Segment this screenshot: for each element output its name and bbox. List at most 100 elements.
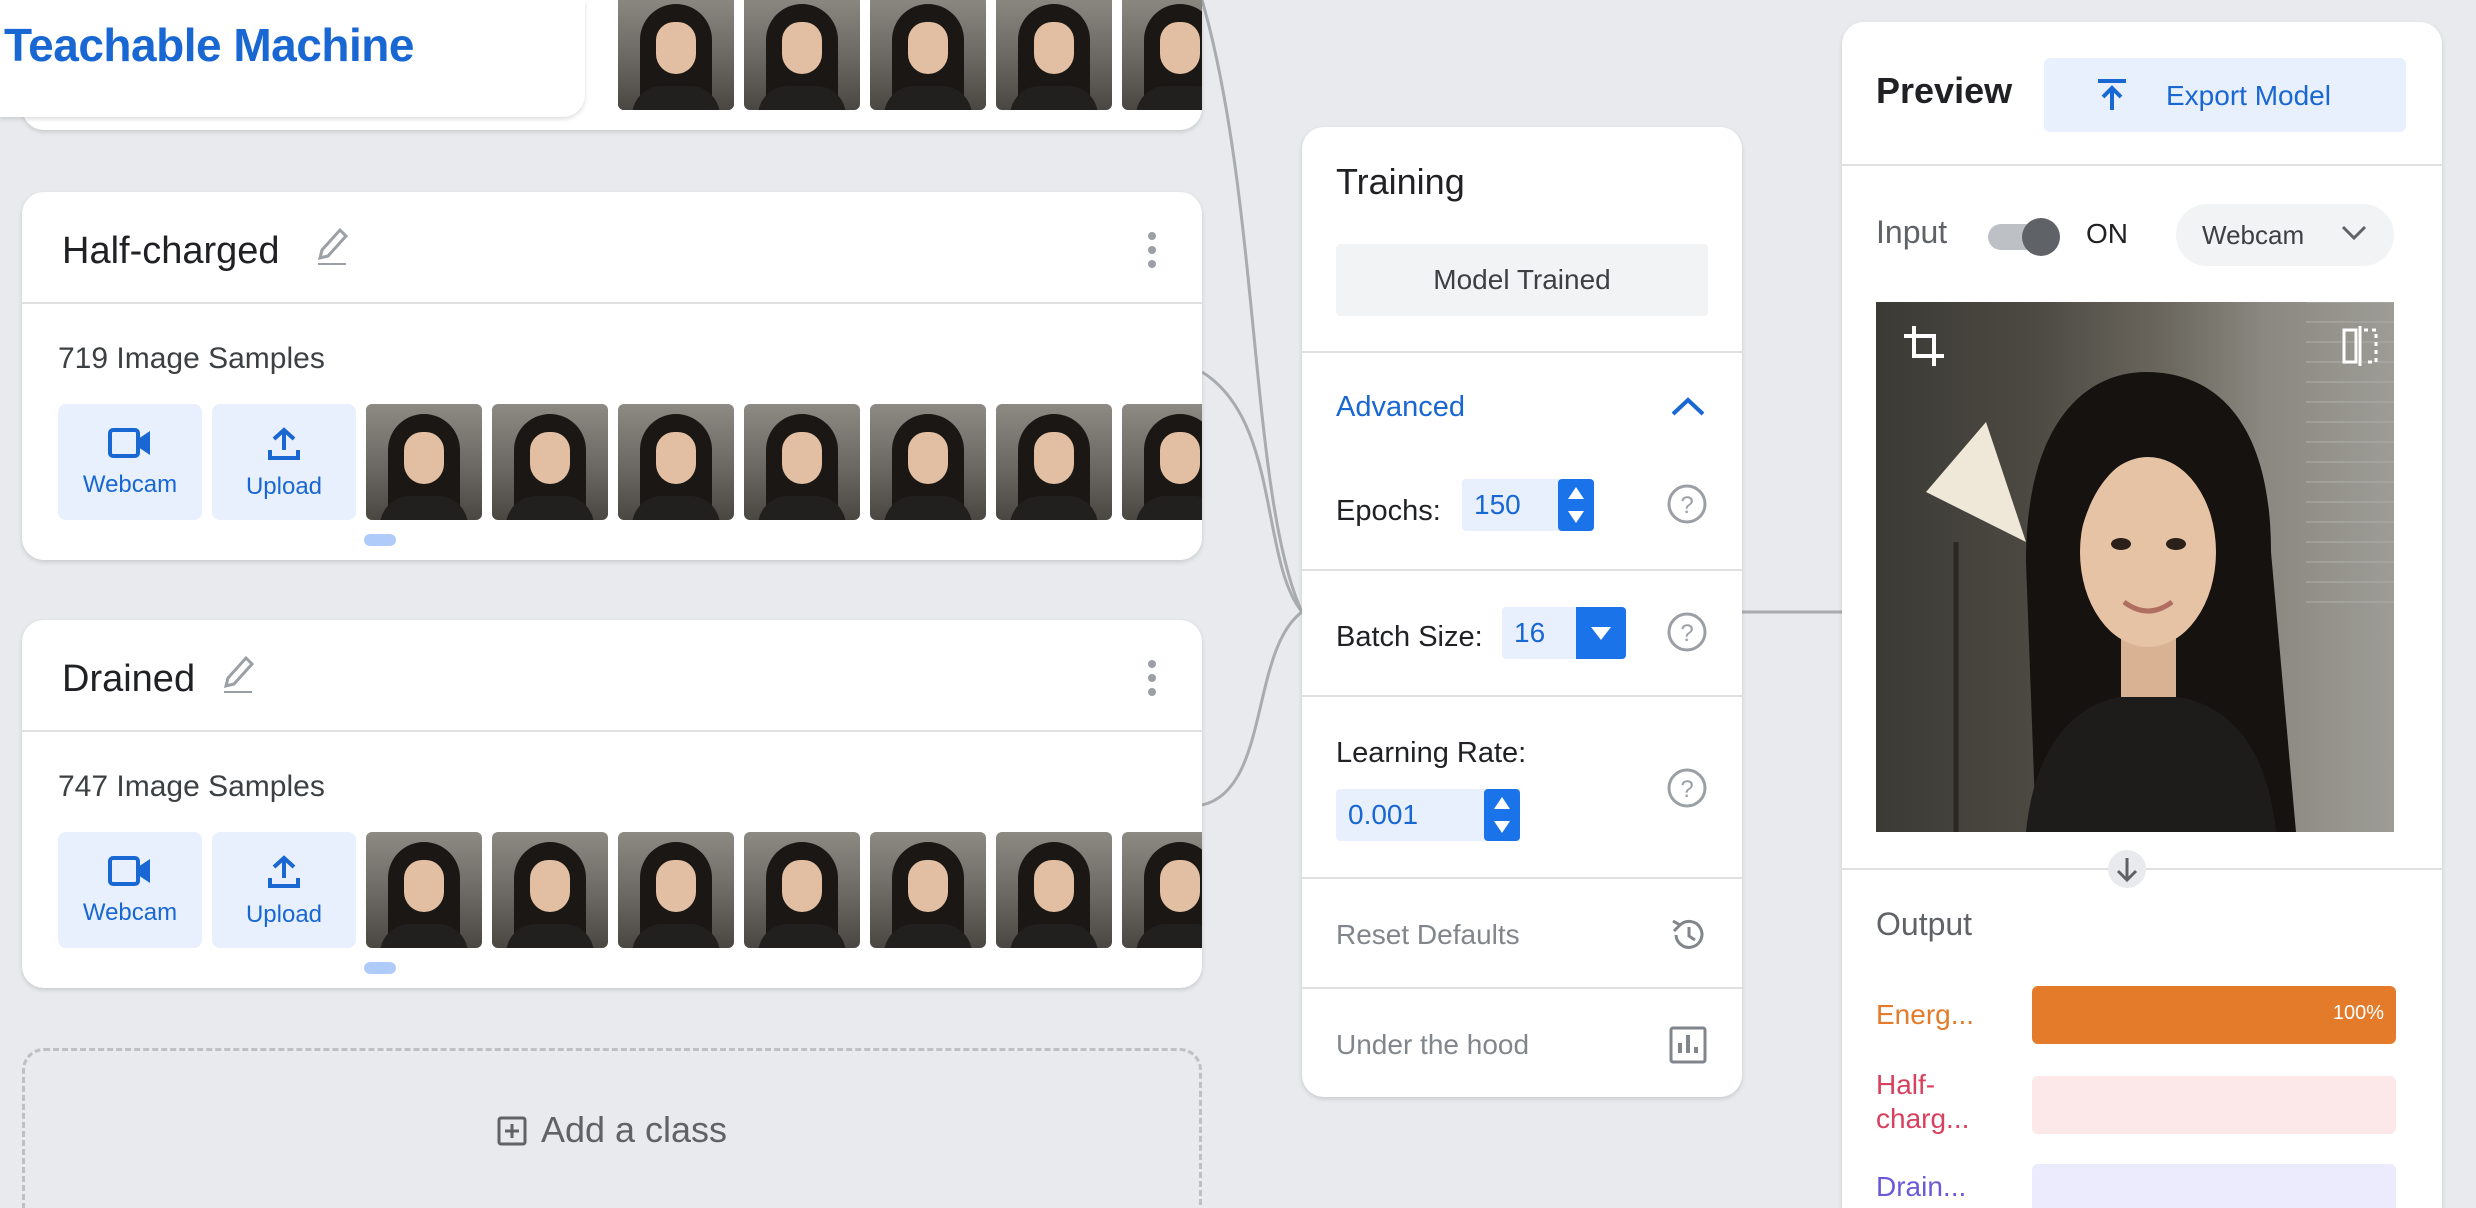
learning-rate-value: 0.001 [1348, 799, 1419, 830]
webcam-button[interactable]: Webcam [58, 832, 202, 948]
input-label: Input [1876, 214, 1948, 250]
output-confidence-bar: 100% [2032, 986, 2396, 1044]
upload-button[interactable]: Upload [212, 404, 356, 520]
epochs-input[interactable]: 150 [1462, 479, 1594, 531]
output-class-label: Half- charg... [1876, 1069, 1970, 1134]
sample-thumbnail[interactable] [492, 404, 608, 520]
class-card-drained: Drained 747 Image Samples Webcam Upload [22, 620, 1202, 988]
sample-thumbnail[interactable] [870, 0, 986, 110]
class-card-half-charged: Half-charged 719 Image Samples Webcam Up… [22, 192, 1202, 560]
camera-select[interactable]: Webcam [2176, 204, 2394, 266]
sample-thumbnail[interactable] [996, 832, 1112, 948]
epochs-value: 150 [1474, 489, 1521, 520]
training-panel: Training Model Trained Advanced Epochs: … [1302, 127, 1742, 1097]
sample-thumbnail[interactable] [744, 0, 860, 110]
sample-thumbnail[interactable] [996, 404, 1112, 520]
svg-text:?: ? [1680, 492, 1693, 519]
bar-chart-icon [1669, 1026, 1707, 1064]
chevron-down-icon [2341, 225, 2367, 241]
sample-thumbnail[interactable] [744, 404, 860, 520]
learning-rate-row: Learning Rate: 0.001 ? [1302, 695, 1742, 877]
preview-title: Preview [1876, 70, 2013, 111]
export-icon [2098, 79, 2126, 110]
under-the-hood-button[interactable]: Under the hood [1302, 987, 1742, 1097]
upload-button[interactable]: Upload [212, 832, 356, 948]
webcam-feed [1876, 302, 2394, 832]
input-toggle[interactable] [1988, 218, 2060, 256]
pencil-icon[interactable] [312, 222, 352, 268]
sample-thumbnail[interactable] [1122, 0, 1202, 110]
add-class-button[interactable]: Add a class [22, 1048, 1202, 1208]
sample-thumbnail[interactable] [1122, 404, 1202, 520]
learning-rate-input[interactable]: 0.001 [1336, 789, 1520, 841]
thumbnail-scroll-indicator[interactable] [364, 962, 396, 974]
add-class-label: Add a class [540, 1109, 728, 1150]
batch-size-select[interactable]: 16 [1502, 607, 1626, 659]
help-icon[interactable]: ? [1666, 767, 1708, 809]
sample-thumbnail[interactable] [366, 404, 482, 520]
sample-thumbnail[interactable] [870, 832, 986, 948]
export-model-button[interactable]: Export Model [2044, 58, 2406, 132]
sample-count: 719 Image Samples [58, 342, 325, 375]
sample-thumbnail[interactable] [996, 0, 1112, 110]
help-icon[interactable]: ? [1666, 611, 1708, 653]
output-confidence-bar [2032, 1164, 2396, 1208]
sample-thumbnail[interactable] [870, 404, 986, 520]
arrow-down-icon [2108, 850, 2146, 888]
output-class-label: Drain... [1876, 1171, 1967, 1202]
sample-thumbnail[interactable] [1122, 832, 1202, 948]
webcam-button-label: Webcam [82, 899, 178, 926]
sample-thumbnail[interactable] [618, 0, 734, 110]
video-camera-icon [108, 428, 150, 458]
more-options-icon[interactable] [1146, 232, 1158, 268]
upload-icon [268, 855, 300, 888]
reset-defaults-label: Reset Defaults [1336, 919, 1520, 950]
epochs-stepper[interactable] [1558, 479, 1594, 531]
sample-thumbnail[interactable] [618, 832, 734, 948]
flip-icon[interactable] [2340, 324, 2380, 368]
sample-count: 747 Image Samples [58, 770, 325, 803]
preview-panel: Preview Export Model Input ON Webcam Out… [1842, 22, 2442, 1208]
class-card-header: Half-charged [22, 192, 1202, 304]
sample-thumbnail[interactable] [744, 832, 860, 948]
epochs-label: Epochs: [1336, 495, 1441, 527]
chevron-down-icon[interactable] [1576, 607, 1626, 659]
batch-size-label: Batch Size: [1336, 621, 1483, 653]
sample-thumbnail[interactable] [492, 832, 608, 948]
learning-rate-stepper[interactable] [1484, 789, 1520, 841]
output-label: Output [1876, 906, 1973, 942]
learning-rate-label: Learning Rate: [1336, 737, 1527, 769]
output-confidence-bar [2032, 1076, 2396, 1134]
advanced-label: Advanced [1336, 391, 1465, 423]
thumbnail-scroll-indicator[interactable] [364, 534, 396, 546]
more-options-icon[interactable] [1146, 660, 1158, 696]
advanced-toggle[interactable]: Advanced [1302, 351, 1742, 443]
webcam-button[interactable]: Webcam [58, 404, 202, 520]
video-camera-icon [108, 856, 150, 886]
chevron-up-icon [1671, 397, 1705, 416]
class-name[interactable]: Half-charged [62, 230, 280, 273]
app-logo[interactable]: Teachable Machine [4, 18, 414, 72]
sample-thumbnail[interactable] [366, 832, 482, 948]
class-card-header: Drained [22, 620, 1202, 732]
camera-select-value: Webcam [2202, 220, 2305, 250]
reset-defaults-button[interactable]: Reset Defaults [1302, 877, 1742, 987]
batch-size-value: 16 [1514, 617, 1546, 648]
history-icon [1672, 919, 1704, 949]
crop-icon[interactable] [1902, 324, 1946, 368]
svg-text:?: ? [1680, 620, 1693, 647]
add-class-content: Add a class [25, 1109, 1199, 1151]
help-icon[interactable]: ? [1666, 483, 1708, 525]
upload-button-label: Upload [245, 901, 323, 928]
output-confidence-percent: 100% [2332, 1002, 2384, 1024]
train-model-button[interactable]: Model Trained [1336, 244, 1708, 316]
webcam-button-label: Webcam [82, 471, 178, 498]
sample-thumbnail[interactable] [618, 404, 734, 520]
batch-size-row: Batch Size: 16 ? [1302, 569, 1742, 695]
class-name[interactable]: Drained [62, 658, 195, 701]
divider [1842, 164, 2442, 166]
app-header: Teachable Machine [0, 0, 585, 117]
upload-icon [268, 427, 300, 460]
pencil-icon[interactable] [218, 650, 258, 696]
under-the-hood-label: Under the hood [1336, 1029, 1530, 1060]
